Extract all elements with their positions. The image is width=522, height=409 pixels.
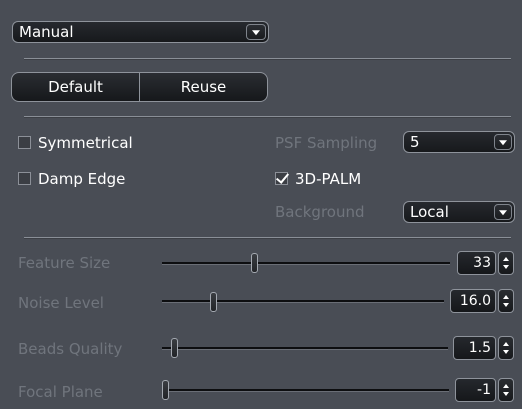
- mode-select[interactable]: Manual: [12, 21, 269, 43]
- arrow-up-icon[interactable]: [503, 295, 509, 299]
- focal-plane-value[interactable]: -1: [455, 378, 496, 402]
- background-value: Local: [410, 203, 449, 221]
- psf-sampling-label: PSF Sampling: [275, 134, 378, 152]
- checkmark-icon: [275, 170, 290, 184]
- separator-3: [24, 237, 511, 238]
- arrow-up-icon[interactable]: [503, 384, 509, 388]
- focal-plane-thumb[interactable]: [162, 380, 169, 400]
- chevron-down-icon: [499, 140, 507, 146]
- psf-sampling-select[interactable]: 5: [403, 131, 515, 153]
- palm-3d-label: 3D-PALM: [295, 170, 362, 188]
- background-label: Background: [275, 203, 365, 221]
- chevron-down-icon: [499, 210, 507, 216]
- feature-size-value[interactable]: 33: [457, 251, 496, 275]
- damp-edge-option[interactable]: Damp Edge: [18, 169, 158, 189]
- feature-size-stepper[interactable]: [498, 251, 514, 275]
- default-button-label: Default: [48, 78, 103, 96]
- beads-quality-track[interactable]: [162, 347, 448, 350]
- feature-size-spinbox[interactable]: 33: [457, 251, 514, 275]
- psf-sampling-arrow[interactable]: [494, 134, 512, 150]
- arrow-up-icon[interactable]: [503, 257, 509, 261]
- noise-level-value[interactable]: 16.0: [450, 289, 496, 313]
- arrow-up-icon[interactable]: [503, 342, 509, 346]
- arrow-down-icon[interactable]: [503, 303, 509, 307]
- background-select[interactable]: Local: [403, 201, 515, 223]
- separator-1: [24, 58, 511, 59]
- symmetrical-label: Symmetrical: [38, 134, 133, 152]
- damp-edge-checkbox[interactable]: [18, 172, 31, 185]
- beads-quality-label: Beads Quality: [18, 340, 123, 358]
- palm-settings-panel: { "mode_select": { "value": "Manual", "i…: [0, 0, 522, 409]
- noise-level-stepper[interactable]: [498, 289, 514, 313]
- separator-2: [24, 116, 511, 117]
- default-button[interactable]: Default: [11, 72, 140, 102]
- beads-quality-thumb[interactable]: [170, 338, 178, 358]
- focal-plane-label: Focal Plane: [18, 383, 103, 401]
- mode-select-arrow[interactable]: [246, 24, 266, 40]
- arrow-down-icon[interactable]: [503, 350, 509, 354]
- arrow-down-icon[interactable]: [503, 265, 509, 269]
- feature-size-track[interactable]: [162, 262, 450, 265]
- beads-quality-value[interactable]: 1.5: [453, 336, 496, 360]
- feature-size-label: Feature Size: [18, 254, 111, 272]
- palm-3d-checkbox[interactable]: [275, 170, 290, 185]
- symmetrical-checkbox[interactable]: [18, 136, 31, 149]
- background-arrow[interactable]: [494, 204, 512, 220]
- damp-edge-label: Damp Edge: [38, 170, 126, 188]
- noise-level-label: Noise Level: [18, 294, 104, 312]
- beads-quality-stepper[interactable]: [498, 336, 514, 360]
- arrow-down-icon[interactable]: [503, 392, 509, 396]
- beads-quality-spinbox[interactable]: 1.5: [453, 336, 514, 360]
- focal-plane-stepper[interactable]: [498, 378, 514, 402]
- focal-plane-track[interactable]: [162, 389, 449, 392]
- mode-select-value: Manual: [19, 23, 74, 41]
- reuse-button-label: Reuse: [180, 78, 227, 96]
- palm-3d-option[interactable]: 3D-PALM: [275, 169, 385, 189]
- psf-sampling-value: 5: [410, 133, 420, 151]
- noise-level-spinbox[interactable]: 16.0: [450, 289, 514, 313]
- feature-size-thumb[interactable]: [251, 253, 259, 273]
- focal-plane-spinbox[interactable]: -1: [455, 378, 514, 402]
- reuse-button[interactable]: Reuse: [139, 72, 268, 102]
- noise-level-thumb[interactable]: [209, 292, 217, 312]
- noise-level-track[interactable]: [162, 300, 444, 303]
- symmetrical-option[interactable]: Symmetrical: [18, 133, 158, 153]
- chevron-down-icon: [252, 30, 260, 36]
